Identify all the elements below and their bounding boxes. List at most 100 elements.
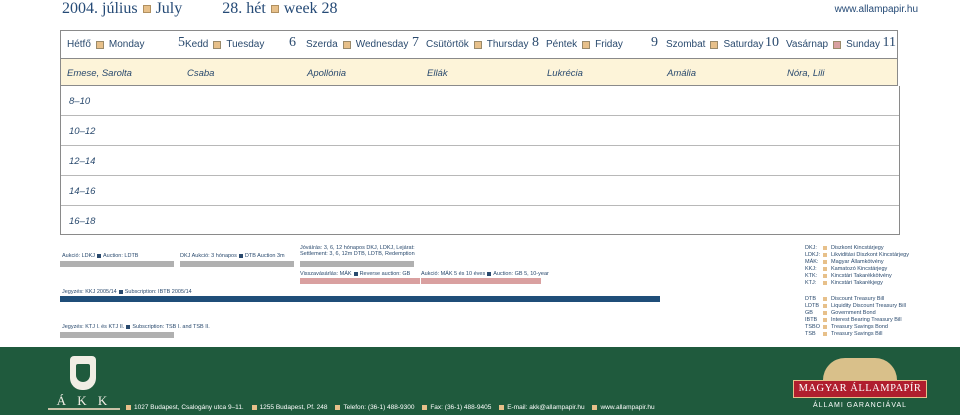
day-en: Friday [595, 39, 623, 50]
event-subscription-kkj: Jegyzés: KKJ 2005/14 Subscription: IBTB 2… [62, 289, 192, 295]
legend-row: LDTB Liquidity Discount Treasury Bill [805, 303, 935, 310]
legend-row: GB Government Bond [805, 310, 935, 317]
legend-row: LDKJ: Likviditási Diszkont Kincstárjegy [805, 252, 935, 259]
year: 2004. [62, 0, 98, 17]
time-slot[interactable]: 10–12 [61, 116, 899, 146]
event-bar [60, 296, 660, 302]
date-header: 2004. július July 28. hét week 28 [62, 0, 338, 18]
legend-label: Interest Bearing Treasury Bill [831, 317, 902, 323]
event-tuesday-auction: DKJ Aukció: 3 hónapos DTB Auction 3m [180, 253, 285, 259]
day-en: Tuesday [226, 39, 265, 50]
nameday: Ellák [427, 68, 448, 79]
dot-icon [238, 253, 243, 258]
day-hu: Vasárnap [786, 39, 829, 50]
day-number: 7 [412, 35, 419, 50]
day-hu: Péntek [546, 39, 578, 50]
legend-swatch [823, 311, 827, 315]
square-icon [710, 40, 719, 49]
legend-swatch [823, 274, 827, 278]
phone: Telefon: (36-1) 488-9300 [343, 404, 415, 411]
day-number: 10 [765, 35, 779, 50]
square-icon [213, 40, 222, 49]
address: 1027 Budapest, Csalogány utca 9–11. [134, 404, 244, 411]
dot-icon [126, 324, 131, 329]
event-text-en: Subscription: TSB I. and TSB II. [132, 324, 210, 330]
akk-abbr: Á K K [56, 393, 112, 408]
brand-name: MAGYAR ÁLLAMPAPÍR [798, 383, 922, 394]
legend-abbr: LDTB [805, 303, 820, 309]
legend-label: Liquidity Discount Treasury Bill [831, 303, 906, 309]
event-text-en: Auction: LDTB [103, 253, 139, 259]
legend-abbr: MÁK: [805, 259, 819, 265]
akk-logo: Á K K [48, 356, 120, 412]
time-slot[interactable]: 16–18 [61, 206, 899, 236]
day-number: 6 [289, 35, 296, 50]
nameday: Amália [667, 68, 697, 79]
legend-row: KTK: Kincstári Takarékkötvény [805, 273, 935, 280]
legend-abbr: KKJ: [805, 266, 817, 272]
nameday: Emese, Sarolta [67, 68, 132, 79]
legend-abbr: GB [805, 310, 813, 316]
day-sunday: Vasárnap Sunday 11 [786, 31, 896, 58]
legend-row: KKJ: Kamatozó Kincstárjegy [805, 266, 935, 273]
day-number: 8 [532, 35, 539, 50]
event-text-en: Subscription: IBTB 2005/14 [124, 289, 192, 295]
day-hu: Kedd [185, 39, 209, 50]
legend-row: KTJ: Kincstári Takarékjegy [805, 280, 935, 287]
event-text-en: Settlement: 3, 6, 12m DTB, LDTB, Redempt… [300, 251, 415, 257]
time-label: 8–10 [69, 96, 91, 107]
time-slot[interactable]: 14–16 [61, 176, 899, 206]
legend-swatch [823, 267, 827, 271]
legend-swatch [823, 253, 827, 257]
legend-abbr: TSB [805, 331, 816, 337]
legend-label: Kamatozó Kincstárjegy [831, 266, 888, 272]
day-saturday: Szombat Saturday 10 [666, 31, 779, 58]
event-bar [300, 278, 420, 284]
day-number: 9 [651, 35, 658, 50]
day-friday: Péntek Friday 9 [546, 31, 658, 58]
event-bar [300, 261, 414, 267]
event-text: Aukció: MÁK 5 és 10 éves [421, 271, 486, 277]
legend-label: Kincstári Takarékjegy [831, 280, 883, 286]
akk-underline [48, 408, 120, 410]
square-icon [582, 40, 591, 49]
coat-of-arms-icon [70, 356, 96, 390]
event-bar [180, 261, 294, 267]
event-subscription-ktj: Jegyzés: KTJ I. és KTJ II. Subscription: … [62, 324, 210, 330]
legend-row: DKJ: Diszkont Kincstárjegy [805, 245, 935, 252]
legend-swatch [823, 246, 827, 250]
time-slot[interactable]: 12–14 [61, 146, 899, 176]
legend-swatch [823, 260, 827, 264]
time-label: 10–12 [69, 126, 96, 137]
event-text-en: Auction: GB 5, 10-year [493, 271, 549, 277]
event-text: Jegyzés: KKJ 2005/14 [62, 289, 117, 295]
top-bar: 2004. július July 28. hét week 28 www.alla… [0, 0, 960, 18]
legend-label: Magyar Államkötvény [831, 259, 884, 265]
square-icon [251, 404, 257, 410]
legend-row: DTB Discount Treasury Bill [805, 296, 935, 303]
legend-label: Diszkont Kincstárjegy [831, 245, 884, 251]
legend-spacer [805, 287, 935, 296]
nameday: Apollónia [307, 68, 347, 79]
month-hu: július [102, 0, 138, 17]
legend-label: Discount Treasury Bill [831, 296, 885, 302]
legend-label: Kincstári Takarékkötvény [831, 273, 892, 279]
square-icon [142, 5, 151, 14]
day-number: 5 [178, 35, 185, 50]
dot-icon [353, 271, 358, 276]
legend-label: Treasury Savings Bill [831, 331, 883, 337]
brand-band: MAGYAR ÁLLAMPAPÍR [793, 380, 927, 398]
day-en: Monday [108, 39, 145, 50]
web-link[interactable]: www.allampapir.hu [600, 404, 654, 411]
square-icon [126, 404, 131, 410]
website-link[interactable]: www.allampapir.hu [835, 4, 918, 15]
parliament-icon [823, 358, 897, 380]
email-link[interactable]: E-mail: akk@allampapir.hu [507, 404, 584, 411]
legend-swatch [823, 332, 827, 336]
day-hu: Hétfő [67, 39, 91, 50]
time-slot[interactable]: 8–10 [61, 86, 899, 116]
square-icon [95, 40, 104, 49]
day-wednesday: Szerda Wednesday 7 [306, 31, 419, 58]
nameday: Csaba [187, 68, 215, 79]
legend: DKJ: Diszkont Kincstárjegy LDKJ: Likviditá… [805, 245, 935, 338]
